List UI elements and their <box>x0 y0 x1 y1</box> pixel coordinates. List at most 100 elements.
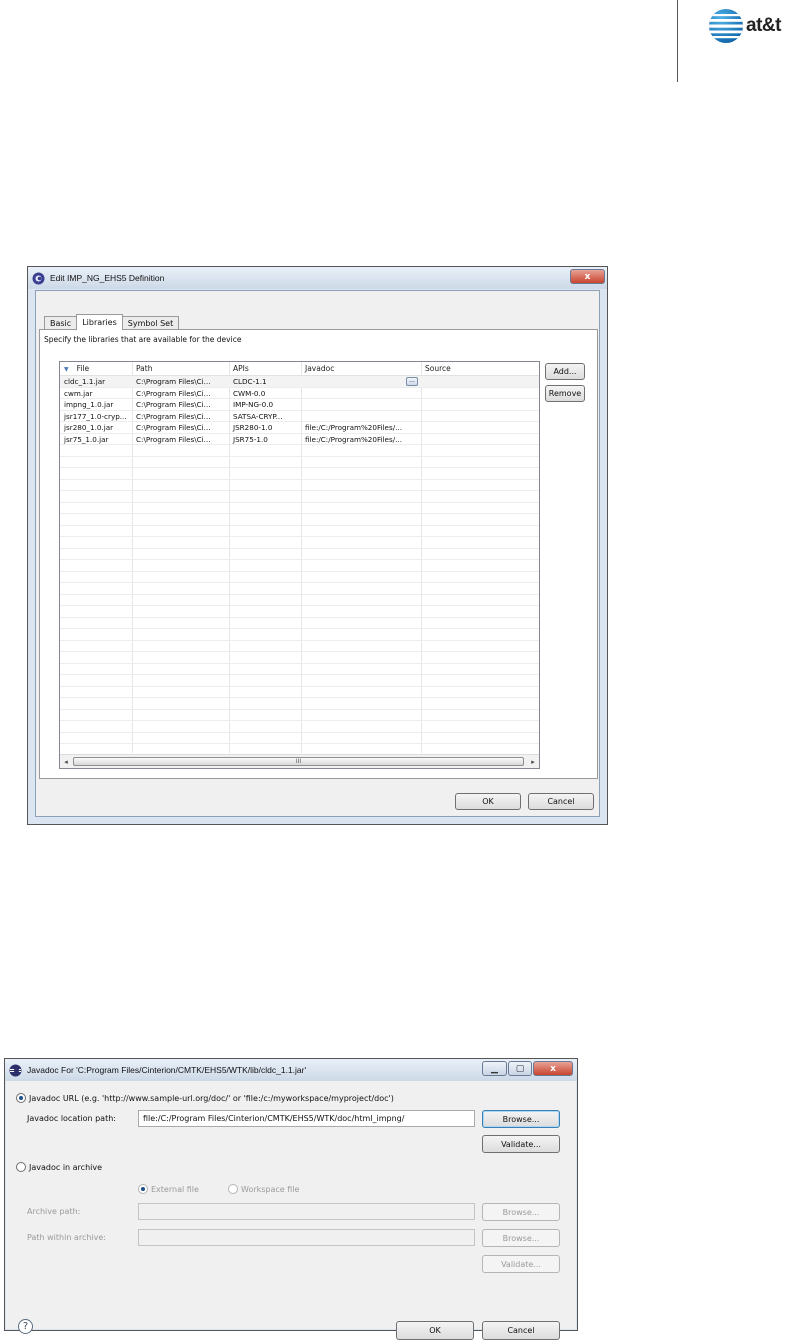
browse-url-button[interactable]: Browse... <box>482 1110 560 1128</box>
external-file-radio[interactable]: External file <box>138 1184 199 1194</box>
cell-path: C:\Program Files\Ci... <box>136 400 211 409</box>
minimize-button[interactable]: ▁ <box>482 1061 507 1076</box>
workspace-file-label: Workspace file <box>241 1184 300 1194</box>
column-header-source[interactable]: Source <box>421 362 539 376</box>
cell-apis: SATSA-CRYP... <box>233 411 283 421</box>
tab-strip: Basic Libraries Symbol Set <box>44 314 180 330</box>
javadoc-archive-radio[interactable]: Javadoc in archive <box>16 1162 102 1172</box>
remove-button[interactable]: Remove <box>545 385 585 402</box>
table-row <box>60 606 539 618</box>
ok-button[interactable]: OK <box>396 1321 474 1340</box>
archive-path-field[interactable] <box>138 1203 475 1220</box>
horizontal-scrollbar[interactable]: ◂ III ▸ <box>60 754 539 768</box>
panel-hint: Specify the libraries that are available… <box>44 335 242 344</box>
edit-definition-dialog: Edit IMP_NG_EHS5 Definition x Basic Libr… <box>27 266 608 825</box>
scroll-right-icon[interactable]: ▸ <box>527 755 539 768</box>
javadoc-url-label: Javadoc URL (e.g. 'http://www.sample-url… <box>29 1093 394 1103</box>
javadoc-dialog-title: Javadoc For 'C:Program Files/Cinterion/C… <box>27 1065 307 1075</box>
scroll-grip-icon: III <box>295 758 302 765</box>
help-icon[interactable]: ? <box>18 1319 33 1334</box>
libraries-table[interactable]: ▼ File Path APIs Javadoc Source cldc_1.1.… <box>59 361 540 769</box>
column-header-javadoc[interactable]: Javadoc <box>301 362 421 376</box>
cell-javadoc: file:/C:/Program%20Files/... <box>305 423 402 432</box>
cell-apis: CLDC-1.1 <box>233 377 267 386</box>
ok-button[interactable]: OK <box>455 793 521 810</box>
cell-path: C:\Program Files\Ci... <box>136 411 211 421</box>
table-row <box>60 491 539 503</box>
javadoc-url-radio[interactable]: Javadoc URL (e.g. 'http://www.sample-url… <box>16 1093 394 1103</box>
tab-symbol-set[interactable]: Symbol Set <box>121 316 180 330</box>
table-row[interactable]: jsr177_1.0-cryp... C:\Program Files\Ci...… <box>60 411 539 422</box>
browse-javadoc-ellipsis-button[interactable]: ... <box>406 377 418 386</box>
header-divider <box>677 0 678 82</box>
edit-dialog-title: Edit IMP_NG_EHS5 Definition <box>50 273 165 283</box>
javadoc-archive-label: Javadoc in archive <box>29 1162 103 1172</box>
javadoc-dialog: Javadoc For 'C:Program Files/Cinterion/C… <box>4 1058 578 1340</box>
cell-file: jsr280_1.0.jar <box>64 423 114 432</box>
path-within-archive-label: Path within archive: <box>27 1233 106 1242</box>
cell-file: impng_1.0.jar <box>64 400 114 409</box>
table-row <box>60 664 539 675</box>
cell-javadoc: file:/C:/Program%20Files/... <box>305 434 402 444</box>
table-row[interactable]: jsr280_1.0.jar C:\Program Files\Ci... JSR2… <box>60 422 539 434</box>
cell-source <box>421 376 539 387</box>
table-row <box>60 583 539 595</box>
libraries-panel: Specify the libraries that are available… <box>39 329 598 779</box>
table-row <box>60 480 539 491</box>
scrollbar-thumb[interactable]: III <box>73 757 524 766</box>
cell-path: C:\Program Files\Ci... <box>136 434 211 444</box>
path-within-archive-field[interactable] <box>138 1229 475 1246</box>
table-row <box>60 514 539 526</box>
cell-apis: IMP-NG-0.0 <box>233 400 274 409</box>
cancel-button[interactable]: Cancel <box>482 1321 560 1340</box>
table-row <box>60 572 539 583</box>
att-logo: at&t <box>708 6 781 46</box>
close-button[interactable]: x <box>533 1061 573 1076</box>
table-row[interactable]: jsr75_1.0.jar C:\Program Files\Ci... JSR75… <box>60 434 539 445</box>
scroll-left-icon[interactable]: ◂ <box>60 755 72 768</box>
tab-libraries[interactable]: Libraries <box>76 314 123 330</box>
cell-source <box>421 388 539 399</box>
cancel-button[interactable]: Cancel <box>528 793 594 810</box>
eclipse-icon <box>9 1064 22 1076</box>
table-row <box>60 710 539 721</box>
cell-javadoc <box>301 399 421 410</box>
att-globe-icon <box>709 9 743 43</box>
cell-source <box>421 434 539 445</box>
tab-basic[interactable]: Basic <box>44 316 78 330</box>
table-row <box>60 687 539 698</box>
cell-source <box>421 422 539 433</box>
javadoc-location-field[interactable]: file:/C:/Program Files/Cinterion/CMTK/EH… <box>138 1110 475 1127</box>
table-row <box>60 698 539 710</box>
browse-archive-button[interactable]: Browse... <box>482 1203 560 1221</box>
table-row <box>60 652 539 664</box>
location-path-label: Javadoc location path: <box>27 1114 116 1123</box>
table-row[interactable]: impng_1.0.jar C:\Program Files\Ci... IMP-N… <box>60 399 539 411</box>
column-header-apis[interactable]: APIs <box>229 362 301 376</box>
column-header-path[interactable]: Path <box>132 362 229 376</box>
browse-within-archive-button[interactable]: Browse... <box>482 1229 560 1247</box>
table-row <box>60 721 539 733</box>
cell-apis: CWM-0.0 <box>233 388 266 398</box>
cell-path: C:\Program Files\Ci... <box>136 423 211 432</box>
radio-unselected-icon <box>16 1162 26 1172</box>
table-row[interactable]: cldc_1.1.jar C:\Program Files\Ci... CLDC-1… <box>60 376 539 388</box>
validate-archive-button[interactable]: Validate... <box>482 1255 560 1273</box>
maximize-button[interactable]: ▢ <box>508 1061 532 1076</box>
cell-apis: JSR75-1.0 <box>233 434 268 444</box>
column-header-file[interactable]: ▼ File <box>60 362 132 376</box>
table-row <box>60 595 539 606</box>
cell-source <box>421 411 539 422</box>
workspace-file-radio[interactable]: Workspace file <box>228 1184 299 1194</box>
validate-url-button[interactable]: Validate... <box>482 1135 560 1153</box>
sort-descending-icon: ▼ <box>64 366 69 373</box>
table-body: cldc_1.1.jar C:\Program Files\Ci... CLDC-1… <box>60 376 539 756</box>
close-button[interactable]: x <box>570 269 605 284</box>
table-row[interactable]: cwm.jar C:\Program Files\Ci... CWM-0.0 <box>60 388 539 399</box>
close-icon: x <box>584 271 591 282</box>
edit-dialog-titlebar[interactable]: Edit IMP_NG_EHS5 Definition <box>28 267 607 289</box>
cell-file: jsr75_1.0.jar <box>64 434 109 444</box>
minimize-icon: ▁ <box>491 1063 498 1074</box>
cell-apis: JSR280-1.0 <box>233 423 273 432</box>
add-button[interactable]: Add... <box>545 363 585 380</box>
